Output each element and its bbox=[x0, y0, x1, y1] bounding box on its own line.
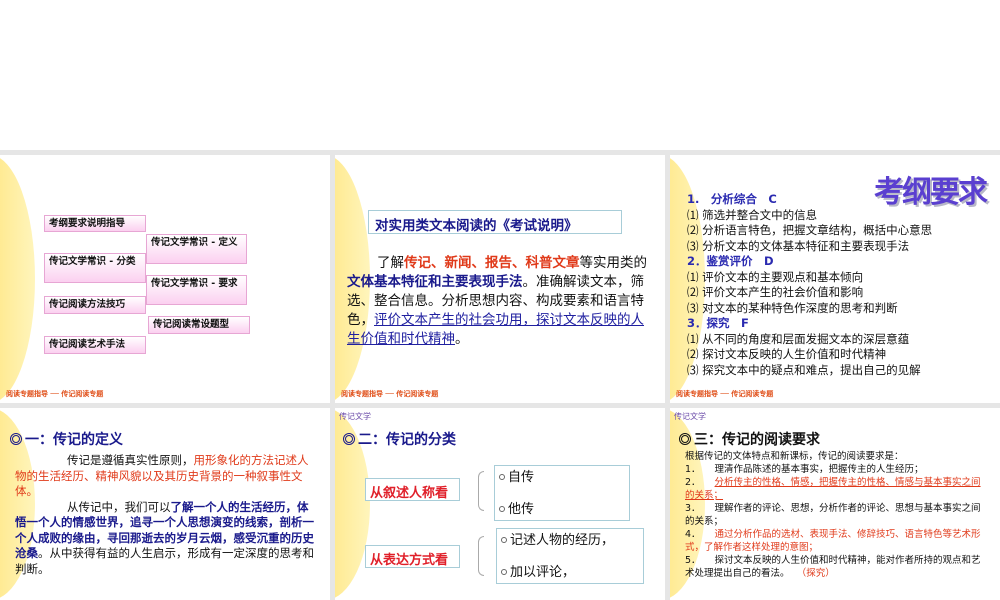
menu-box[interactable]: 考纲要求说明指导 bbox=[44, 215, 146, 232]
list-item: 1． 理清作品陈述的基本事实，把握传主的人生经历； bbox=[685, 463, 990, 476]
list-item: ⑵ 探讨文本反映的人生价值和时代精神 bbox=[687, 347, 887, 361]
menu-box[interactable]: 传记阅读方法技巧 bbox=[44, 296, 146, 314]
list-item: ⑴ 评价文本的主要观点和基本倾向 bbox=[687, 269, 864, 284]
category-items: 自传 他传 bbox=[494, 465, 630, 521]
slide-body: 了解传记、新闻、报告、科普文章等实用类的文体基本特征和主要表现手法。准确解读文本… bbox=[347, 254, 647, 349]
text: 。从中获得有益的人生启示，形成有一定深度的思考和判断。 bbox=[15, 546, 314, 576]
slide-thumbnail-6[interactable]: 传记文学 三：传记的阅读要求 根据传记的文体特点和新课标，传记的阅读要求是： 1… bbox=[670, 408, 1000, 600]
brace-icon bbox=[478, 536, 484, 576]
list-item: 3． 理解作者的评论、思想，分析作者的评论、思想与基本事实之间的关系； bbox=[685, 502, 990, 528]
category-label: 从叙述人称看 bbox=[365, 478, 460, 501]
menu-box[interactable]: 传记阅读常设题型 bbox=[148, 316, 250, 334]
list-item: 加以评论， bbox=[501, 563, 639, 583]
list-item: ⑴ 从不同的角度和层面发掘文本的深层意蕴 bbox=[687, 331, 910, 346]
slide-thumbnail-1[interactable]: 考纲要求说明指导 传记文学常识 - 定义 传记文学常识 - 分类 传记文学常识 … bbox=[0, 155, 330, 403]
bullet-ring-icon bbox=[10, 433, 22, 445]
text: 传记是遵循真实性原则， bbox=[67, 453, 194, 467]
slide-footer: 阅读专题指导 ── 传记阅读专题 bbox=[341, 390, 439, 398]
brace-icon bbox=[478, 471, 484, 511]
category-items: 记述人物的经历， 加以评论， bbox=[496, 528, 644, 584]
decoration bbox=[0, 155, 35, 403]
item-text: 分析传主的性格、情感，把握传主的性格、情感与基本事实之间的关系； bbox=[685, 477, 981, 501]
slide-title: 对实用类文本阅读的《考试说明》 bbox=[368, 210, 622, 234]
requirements-list: 1. 分析综合 C⑴ 筛选并整合文中的信息 ⑵ 分析语言特色，把握文章结构，概括中… bbox=[687, 192, 932, 378]
slide-thumbnail-4[interactable]: 一：传记的定义 传记是遵循真实性原则，用形象化的方法记述人物的生活经历、精神风貌… bbox=[0, 408, 330, 600]
menu-box[interactable]: 传记文学常识 - 定义 bbox=[146, 234, 247, 264]
slide-title: 二：传记的分类 bbox=[343, 429, 456, 449]
slide-thumbnail-2[interactable]: 对实用类文本阅读的《考试说明》 了解传记、新闻、报告、科普文章等实用类的文体基本… bbox=[335, 155, 665, 403]
section-heading: 2．鉴赏评价 D bbox=[687, 254, 774, 268]
slide-tag: 传记文学 bbox=[674, 412, 706, 421]
highlight-text: 文体基本特征和主要表现手法 bbox=[347, 274, 523, 290]
list-item: 2． 分析传主的性格、情感，把握传主的性格、情感与基本事实之间的关系； bbox=[685, 476, 990, 502]
list-item: 4． 通过分析作品的选材、表现手法、修辞技巧、语言特色等艺术形式，了解作者这样处理… bbox=[685, 528, 990, 554]
item-number: 5． bbox=[685, 555, 701, 566]
section-heading: 1. 分析综合 C bbox=[687, 192, 777, 206]
intro-text: 根据传记的文体特点和新课标，传记的阅读要求是： bbox=[685, 451, 904, 462]
item-text: 理清作品陈述的基本事实，把握传主的人生经历； bbox=[714, 464, 924, 475]
list-item: 自传 bbox=[499, 468, 625, 488]
list-item: 记述人物的经历， bbox=[501, 531, 639, 551]
slide-thumbnail-5[interactable]: 传记文学 二：传记的分类 从叙述人称看 自传 他传 从表达方式看 记述人物的经历… bbox=[335, 408, 665, 600]
menu-box[interactable]: 传记文学常识 - 要求 bbox=[146, 275, 247, 305]
section-heading: 3．探究 F bbox=[687, 316, 749, 330]
list-item: ⑵ 评价文本产生的社会价值和影响 bbox=[687, 285, 864, 299]
slide-thumbnail-3[interactable]: 考纲要求 1. 分析综合 C⑴ 筛选并整合文中的信息 ⑵ 分析语言特色，把握文章结… bbox=[670, 155, 1000, 403]
list-item: ⑶ 对文本的某种特色作深度的思考和判断 bbox=[687, 300, 898, 315]
text: 。 bbox=[455, 331, 469, 347]
item-number: 4． bbox=[685, 529, 701, 540]
slide-title: 一：传记的定义 bbox=[10, 429, 123, 449]
slide-footer: 阅读专题指导 ── 传记阅读专题 bbox=[6, 390, 104, 398]
bullet-icon bbox=[501, 569, 507, 575]
text: 了解 bbox=[377, 255, 404, 271]
category-label: 从表达方式看 bbox=[365, 545, 460, 568]
text: 等实用类的 bbox=[579, 255, 648, 271]
bullet-icon bbox=[499, 506, 505, 512]
list-item: ⑶ 分析文本的文体基本特征和主要表现手法 bbox=[687, 238, 910, 253]
item-number: 1． bbox=[685, 464, 701, 475]
tail-note: （探究） bbox=[801, 568, 835, 579]
list-item: 他传 bbox=[499, 500, 625, 520]
list-item: 5． 探讨文本反映的人生价值和时代精神，能对作者所持的观点和艺术处理提出自己的看法… bbox=[685, 554, 990, 580]
menu-box[interactable]: 传记阅读艺术手法 bbox=[44, 336, 146, 354]
slide-body: 根据传记的文体特点和新课标，传记的阅读要求是： 1． 理清作品陈述的基本事实，把握… bbox=[685, 450, 990, 580]
slide-title: 三：传记的阅读要求 bbox=[679, 429, 820, 449]
underlined-text: 评价文本产生的社会功用，探讨文本反映的人生价值和时代精神 bbox=[347, 312, 644, 347]
menu-box[interactable]: 传记文学常识 - 分类 bbox=[44, 253, 146, 283]
item-text: 通过分析作品的选材、表现手法、修辞技巧、语言特色等艺术形式，了解作者这样处理的意… bbox=[685, 529, 981, 553]
text: 从传记中，我们可以 bbox=[67, 499, 171, 514]
list-item: ⑵ 分析语言特色，把握文章结构，概括中心意思 bbox=[687, 223, 933, 237]
slide-footer: 阅读专题指导 ── 传记阅读专题 bbox=[676, 390, 774, 398]
item-number: 3． bbox=[685, 503, 701, 514]
slide-tag: 传记文学 bbox=[339, 412, 371, 421]
bullet-ring-icon bbox=[679, 433, 691, 445]
list-item: ⑶ 探究文本中的疑点和难点，提出自己的见解 bbox=[687, 362, 921, 377]
bullet-icon bbox=[499, 474, 505, 480]
item-text: 理解作者的评论、思想，分析作者的评论、思想与基本事实之间的关系； bbox=[685, 503, 981, 527]
list-item: ⑴ 筛选并整合文中的信息 bbox=[687, 207, 818, 222]
bullet-icon bbox=[501, 537, 507, 543]
bullet-ring-icon bbox=[343, 433, 355, 445]
blank-area bbox=[0, 0, 1000, 150]
item-number: 2． bbox=[685, 477, 701, 488]
slide-body: 传记是遵循真实性原则，用形象化的方法记述人物的生活经历、精神风貌以及其历史背景的… bbox=[15, 453, 315, 577]
highlight-text: 传记、新闻、报告、科普文章 bbox=[404, 255, 580, 271]
